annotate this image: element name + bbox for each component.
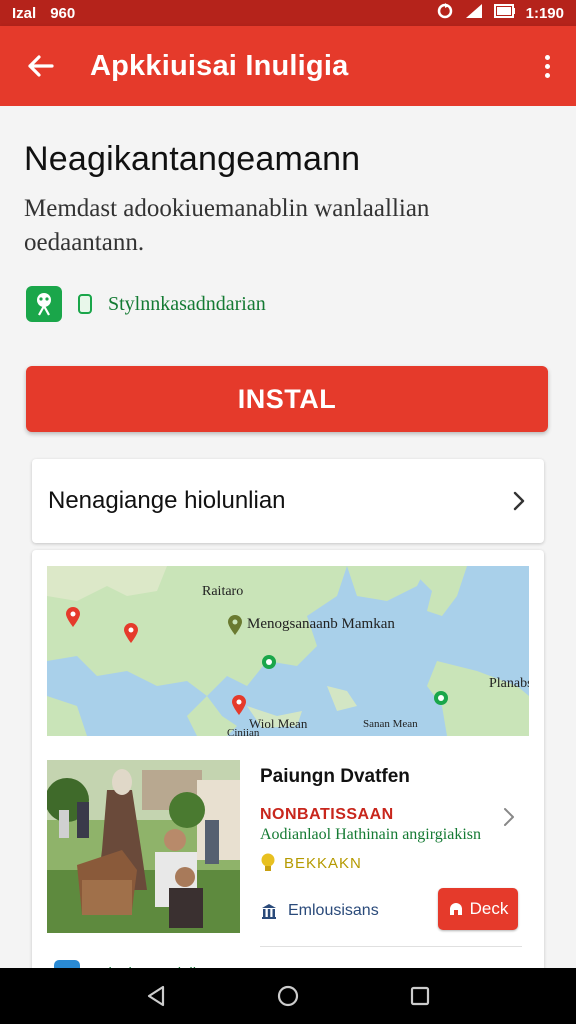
status-left: Izal 960 [12, 5, 75, 22]
triangle-back-icon [147, 985, 165, 1007]
arrow-left-icon [28, 55, 54, 77]
nav-home-button[interactable] [268, 976, 308, 1016]
rating-text: BEKKAKN [284, 854, 362, 872]
status-right: 1:190 [436, 2, 564, 24]
app-description: Memdast adookiuemanablin wanlaallian oed… [24, 195, 430, 256]
developer-row[interactable]: Stylnnkasadndarian [26, 286, 266, 322]
place-description: Aodianlaol Hathinain angirgiakisn [260, 826, 481, 843]
install-button[interactable]: INSTAL [26, 366, 548, 432]
developer-name[interactable]: Stylnnkasadndarian [108, 293, 266, 316]
status-number: 960 [50, 4, 76, 22]
divider [260, 946, 522, 947]
place-photo-image [47, 760, 240, 933]
content: Neagikantangeamann Memdast adookiuemanab… [0, 106, 576, 980]
place-marker-icon[interactable] [433, 690, 449, 706]
map-view[interactable]: Raitaro Menogsanaanb Mamkan Planabs Wiol… [47, 566, 529, 736]
place-photo[interactable] [47, 760, 240, 933]
overflow-menu-button[interactable] [532, 46, 562, 86]
place-marker-icon[interactable] [261, 654, 277, 670]
signal-icon [464, 3, 484, 23]
map-scale-label: Sanan Mean [363, 718, 418, 730]
map-label: Planabs [489, 676, 529, 691]
more-vert-icon-dot [544, 63, 550, 69]
battery-icon [493, 4, 516, 22]
status-bar: Izal 960 1:190 [0, 0, 576, 26]
bookmark-icon [449, 903, 462, 915]
deck-button[interactable]: Deck [438, 888, 518, 930]
app-bar: Apkkiuisai Inuligia [0, 26, 576, 106]
chevron-right-icon[interactable] [502, 806, 516, 828]
lightbulb-icon [261, 853, 275, 871]
nav-recents-button[interactable] [400, 976, 440, 1016]
place-title: Paiungn Dvatfen [260, 766, 410, 787]
info-text: Emlousisans [288, 902, 379, 919]
place-card: Raitaro Menogsanaanb Mamkan Planabs Wiol… [32, 550, 544, 980]
map-pin-icon[interactable] [65, 606, 81, 628]
back-button[interactable] [20, 46, 60, 86]
map-graphic [47, 566, 529, 736]
system-nav-bar [0, 968, 576, 1024]
more-vert-icon-dot [544, 54, 550, 60]
map-label: Ciniian [227, 727, 260, 736]
deck-button-label: Deck [469, 899, 509, 918]
nav-back-button[interactable] [136, 976, 176, 1016]
place-subtitle: NONBATISSAAN [260, 806, 394, 823]
info-row[interactable]: Emlousisans [260, 902, 379, 920]
developer-logo-icon [26, 286, 62, 322]
carrier-label: Izal [12, 4, 37, 22]
expand-row[interactable]: Nenagiange hiolunlian [32, 459, 544, 543]
clock: 1:190 [525, 4, 564, 22]
more-vert-icon-dot [544, 72, 550, 78]
expand-row-label: Nenagiange hiolunlian [48, 487, 286, 514]
app-name: Neagikantangeamann [24, 140, 361, 178]
map-pin-icon[interactable] [231, 694, 247, 716]
circle-home-icon [277, 985, 299, 1007]
device-icon [78, 294, 92, 314]
sync-icon [436, 2, 454, 24]
building-icon [262, 904, 276, 919]
map-pin-icon[interactable] [123, 622, 139, 644]
map-label: Menogsanaanb Mamkan [247, 616, 395, 632]
map-pin-icon[interactable] [227, 614, 243, 636]
map-label: Raitaro [202, 584, 244, 599]
app-bar-title: Apkkiuisai Inuligia [90, 49, 349, 82]
square-recents-icon [410, 986, 430, 1006]
chevron-right-icon [513, 491, 525, 511]
rating-row: BEKKAKN [260, 853, 362, 873]
